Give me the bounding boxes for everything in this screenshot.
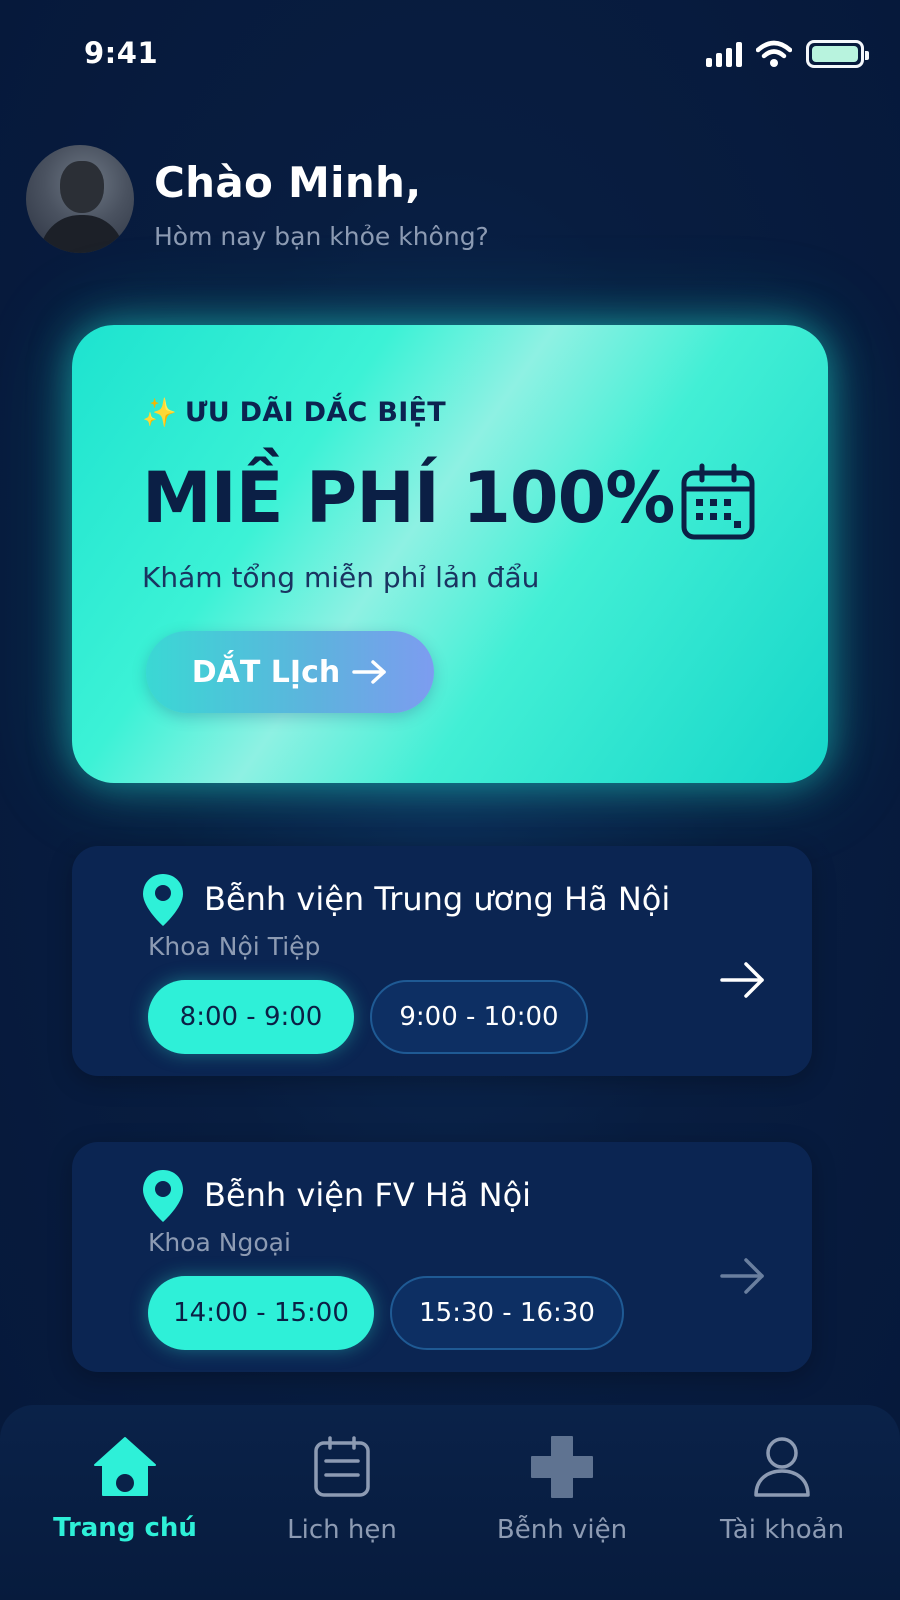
promo-subtitle: Khám tổng miễn phỉ lản đẩu bbox=[142, 561, 540, 594]
status-time: 9:41 bbox=[84, 36, 159, 70]
location-pin-icon bbox=[143, 874, 183, 926]
user-avatar[interactable] bbox=[26, 145, 134, 253]
nav-item-home[interactable]: Trang chú bbox=[25, 1435, 225, 1543]
status-bar: 9:41 bbox=[0, 0, 900, 110]
wifi-icon bbox=[756, 40, 792, 67]
cellular-signal-icon bbox=[706, 41, 742, 67]
bottom-nav: Trang chú Lich hẹn Bễnh viện Tài khoản bbox=[0, 1405, 900, 1600]
card-arrow-icon[interactable] bbox=[720, 960, 766, 1000]
schedule-icon bbox=[314, 1436, 370, 1497]
calendar-icon bbox=[681, 463, 755, 540]
status-icons bbox=[706, 40, 869, 68]
nav-item-hospital[interactable]: Bễnh viện bbox=[462, 1435, 662, 1545]
nav-label-hospital: Bễnh viện bbox=[496, 1515, 628, 1545]
home-icon bbox=[94, 1437, 156, 1496]
sparkle-icon: ✨ bbox=[142, 395, 177, 429]
nav-item-account[interactable]: Tài khoản bbox=[682, 1435, 882, 1545]
hospital-cross-icon bbox=[531, 1436, 593, 1498]
battery-icon bbox=[806, 40, 869, 68]
promo-title: MIỀ PHÍ 100% bbox=[142, 457, 675, 539]
book-appointment-button[interactable]: DẮT LỊch bbox=[146, 631, 434, 713]
hospital-department: Khoa Nội Tiệp bbox=[148, 932, 321, 961]
location-pin-icon bbox=[143, 1170, 183, 1222]
time-slot[interactable]: 15:30 - 16:30 bbox=[390, 1276, 624, 1350]
nav-label-home: Trang chú bbox=[53, 1513, 197, 1543]
nav-item-schedule[interactable]: Lich hẹn bbox=[242, 1435, 442, 1545]
promo-card[interactable]: ✨ ƯU DÃI DẮC BIỆT MIỀ PHÍ 100% Khám tổng… bbox=[72, 325, 828, 783]
nav-label-schedule: Lich hẹn bbox=[287, 1515, 397, 1545]
account-icon bbox=[754, 1437, 810, 1497]
time-slot[interactable]: 9:00 - 10:00 bbox=[370, 980, 588, 1054]
greeting-subtitle: Hòm nay bạn khỏe không? bbox=[154, 222, 489, 251]
time-slot-selected[interactable]: 14:00 - 15:00 bbox=[148, 1276, 374, 1350]
hospital-name: Bễnh viện FV Hã Nội bbox=[204, 1176, 532, 1214]
greeting-title: Chào Minh, bbox=[154, 158, 422, 207]
promo-eyebrow: ✨ ƯU DÃI DẮC BIỆT bbox=[142, 397, 446, 428]
hospital-card[interactable]: Bễnh viện Trung ương Hã Nội Khoa Nội Tiệ… bbox=[72, 846, 812, 1076]
promo-eyebrow-label: ƯU DÃI DẮC BIỆT bbox=[184, 397, 447, 428]
card-arrow-icon[interactable] bbox=[720, 1256, 766, 1296]
book-button-label: DẮT LỊch bbox=[191, 654, 341, 690]
hospital-card[interactable]: Bễnh viện FV Hã Nội Khoa Ngoại 14:00 - 1… bbox=[72, 1142, 812, 1372]
hospital-department: Khoa Ngoại bbox=[148, 1228, 291, 1257]
arrow-right-icon bbox=[352, 660, 386, 684]
nav-label-account: Tài khoản bbox=[719, 1515, 845, 1545]
hospital-name: Bễnh viện Trung ương Hã Nội bbox=[204, 880, 671, 918]
time-slot-selected[interactable]: 8:00 - 9:00 bbox=[148, 980, 354, 1054]
